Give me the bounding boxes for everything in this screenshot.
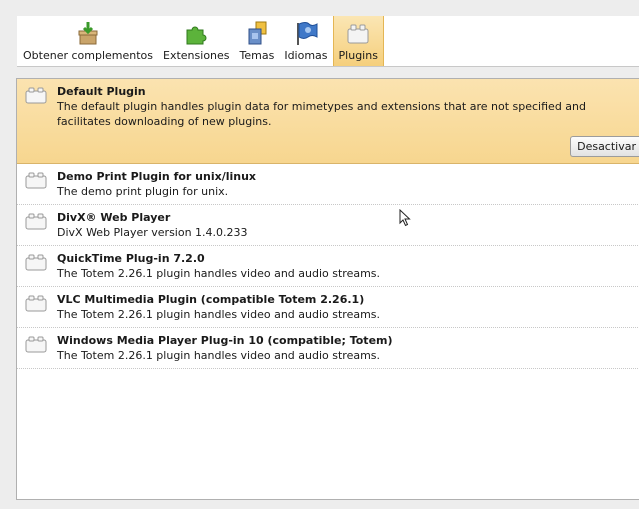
plugin-brick-icon	[23, 294, 49, 316]
plugin-brick-icon	[344, 20, 372, 46]
plugin-description: The Totem 2.26.1 plugin handles video an…	[57, 349, 381, 362]
plugin-name: Demo Print Plugin for unix/linux	[57, 170, 257, 183]
plugin-brick-icon	[23, 212, 49, 234]
addons-window: Obtener complementos Extensiones Temas I…	[0, 0, 639, 509]
language-flag-icon	[292, 20, 320, 46]
plugin-name: QuickTime Plug-in 7.2.0	[57, 252, 205, 265]
tab-extensions-label: Extensiones	[163, 49, 230, 62]
tab-themes-label: Temas	[239, 49, 275, 62]
tab-plugins-label: Plugins	[338, 49, 378, 62]
tab-get-addons[interactable]: Obtener complementos	[17, 16, 158, 66]
plugin-description: The default plugin handles plugin data f…	[57, 100, 586, 128]
plugin-brick-icon	[23, 335, 49, 357]
plugin-list: Default Plugin The default plugin handle…	[16, 78, 639, 500]
tab-plugins[interactable]: Plugins	[332, 16, 384, 66]
tab-languages-label: Idiomas	[284, 49, 328, 62]
plugin-brick-icon	[23, 253, 49, 275]
plugin-item[interactable]: DivX® Web Player DivX Web Player version…	[17, 205, 639, 246]
tab-themes[interactable]: Temas	[235, 16, 280, 66]
tab-extensions[interactable]: Extensiones	[158, 16, 235, 66]
mouse-pointer-icon	[399, 209, 411, 227]
plugin-description: The demo print plugin for unix.	[57, 185, 229, 198]
tab-get-addons-label: Obtener complementos	[23, 49, 154, 62]
tab-languages[interactable]: Idiomas	[279, 16, 332, 66]
themes-icon	[243, 20, 271, 46]
plugin-name: DivX® Web Player	[57, 211, 171, 224]
plugin-description: The Totem 2.26.1 plugin handles video an…	[57, 267, 381, 280]
puzzle-piece-icon	[182, 20, 210, 46]
addons-toolbar: Obtener complementos Extensiones Temas I…	[17, 16, 639, 67]
get-addons-icon	[74, 20, 102, 46]
plugin-item[interactable]: VLC Multimedia Plugin (compatible Totem …	[17, 287, 639, 328]
disable-button[interactable]: Desactivar	[570, 136, 639, 157]
plugin-name: Windows Media Player Plug-in 10 (compati…	[57, 334, 393, 347]
plugin-item-default[interactable]: Default Plugin The default plugin handle…	[17, 79, 639, 164]
plugin-brick-icon	[23, 171, 49, 193]
plugin-item[interactable]: Windows Media Player Plug-in 10 (compati…	[17, 328, 639, 369]
plugin-description: The Totem 2.26.1 plugin handles video an…	[57, 308, 381, 321]
plugin-name: Default Plugin	[57, 85, 146, 98]
plugin-item[interactable]: QuickTime Plug-in 7.2.0 The Totem 2.26.1…	[17, 246, 639, 287]
plugin-brick-icon	[23, 86, 49, 108]
plugin-item[interactable]: Demo Print Plugin for unix/linux The dem…	[17, 164, 639, 205]
plugin-name: VLC Multimedia Plugin (compatible Totem …	[57, 293, 365, 306]
plugin-description: DivX Web Player version 1.4.0.233	[57, 226, 248, 239]
